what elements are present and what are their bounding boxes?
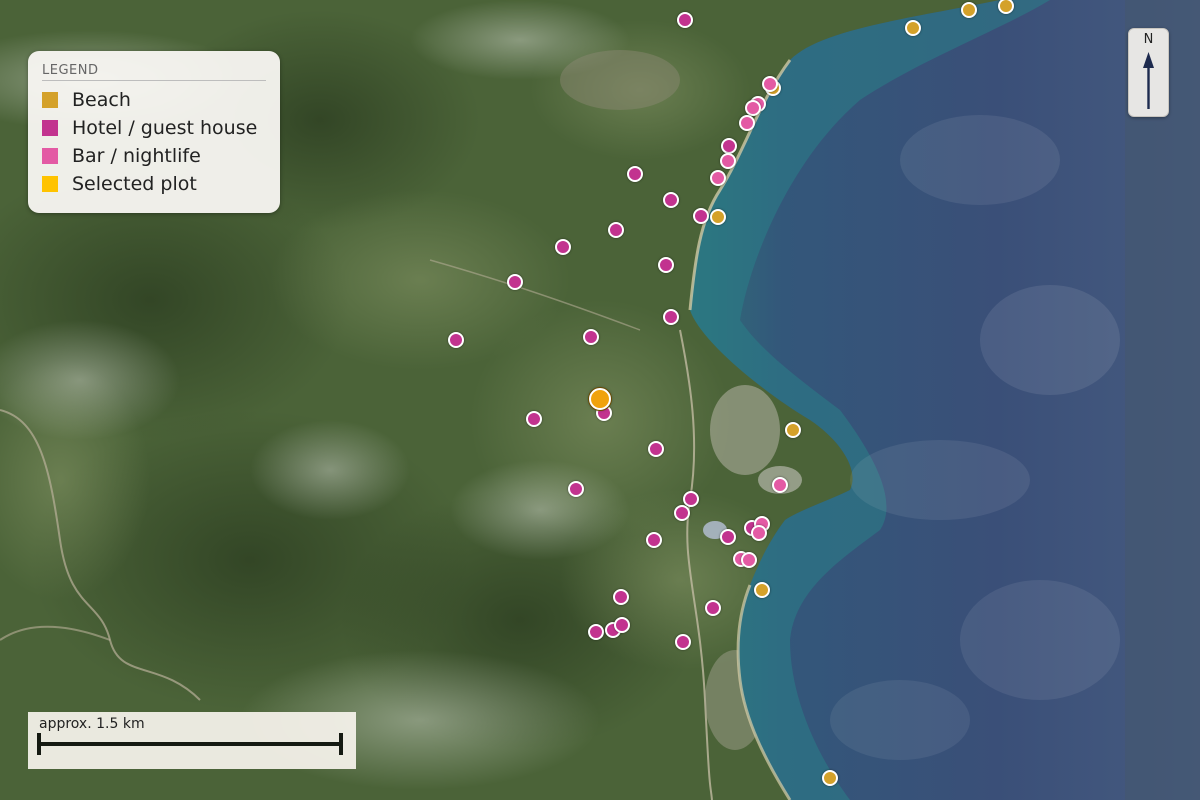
- beach-marker[interactable]: [905, 20, 921, 36]
- hotel-marker[interactable]: [674, 505, 690, 521]
- beach-marker[interactable]: [785, 422, 801, 438]
- bar-marker[interactable]: [751, 525, 767, 541]
- hotel-marker[interactable]: [721, 138, 737, 154]
- hotel-marker[interactable]: [663, 192, 679, 208]
- scale-label: approx. 1.5 km: [39, 716, 145, 732]
- map-legend: LEGEND Beach Hotel / guest house Bar / n…: [28, 51, 280, 213]
- bar-marker[interactable]: [762, 76, 778, 92]
- bar-marker[interactable]: [772, 477, 788, 493]
- legend-label: Selected plot: [72, 173, 197, 195]
- legend-label: Bar / nightlife: [72, 145, 201, 167]
- hotel-marker[interactable]: [720, 529, 736, 545]
- hotel-marker[interactable]: [658, 257, 674, 273]
- hotel-marker[interactable]: [448, 332, 464, 348]
- hotel-marker[interactable]: [614, 617, 630, 633]
- bar-marker[interactable]: [739, 115, 755, 131]
- hotel-marker[interactable]: [555, 239, 571, 255]
- hotel-marker[interactable]: [507, 274, 523, 290]
- scale-tick-end: [339, 733, 343, 755]
- hotel-marker[interactable]: [646, 532, 662, 548]
- hotel-marker[interactable]: [568, 481, 584, 497]
- hotel-marker[interactable]: [693, 208, 709, 224]
- hotel-marker[interactable]: [627, 166, 643, 182]
- hotel-marker[interactable]: [608, 222, 624, 238]
- hotel-swatch: [42, 120, 58, 136]
- hotel-marker[interactable]: [588, 624, 604, 640]
- legend-title: LEGEND: [42, 63, 266, 81]
- beach-marker[interactable]: [710, 209, 726, 225]
- selected-plot-swatch: [42, 176, 58, 192]
- scale-bar: approx. 1.5 km: [28, 712, 356, 769]
- legend-item-beach: Beach: [42, 86, 266, 114]
- legend-label: Hotel / guest house: [72, 117, 258, 139]
- beach-swatch: [42, 92, 58, 108]
- hotel-marker[interactable]: [526, 411, 542, 427]
- beach-marker[interactable]: [754, 582, 770, 598]
- hotel-marker[interactable]: [677, 12, 693, 28]
- hotel-marker[interactable]: [648, 441, 664, 457]
- legend-item-selected-plot: Selected plot: [42, 170, 266, 198]
- hotel-marker[interactable]: [583, 329, 599, 345]
- bar-marker[interactable]: [710, 170, 726, 186]
- scale-tick-start: [37, 733, 41, 755]
- hotel-marker[interactable]: [683, 491, 699, 507]
- bar-swatch: [42, 148, 58, 164]
- satellite-map[interactable]: LEGEND Beach Hotel / guest house Bar / n…: [0, 0, 1200, 800]
- scale-line: [39, 742, 341, 746]
- north-arrow: N: [1128, 28, 1169, 117]
- hotel-marker[interactable]: [705, 600, 721, 616]
- legend-item-bar: Bar / nightlife: [42, 142, 266, 170]
- north-arrow-icon: [1143, 52, 1154, 109]
- beach-marker[interactable]: [822, 770, 838, 786]
- hotel-marker[interactable]: [663, 309, 679, 325]
- legend-label: Beach: [72, 89, 131, 111]
- bar-marker[interactable]: [745, 100, 761, 116]
- compass-label: N: [1143, 32, 1154, 47]
- hotel-marker[interactable]: [613, 589, 629, 605]
- legend-item-hotel: Hotel / guest house: [42, 114, 266, 142]
- selected-plot-marker[interactable]: [589, 388, 611, 410]
- hotel-marker[interactable]: [675, 634, 691, 650]
- bar-marker[interactable]: [741, 552, 757, 568]
- bar-marker[interactable]: [720, 153, 736, 169]
- beach-marker[interactable]: [961, 2, 977, 18]
